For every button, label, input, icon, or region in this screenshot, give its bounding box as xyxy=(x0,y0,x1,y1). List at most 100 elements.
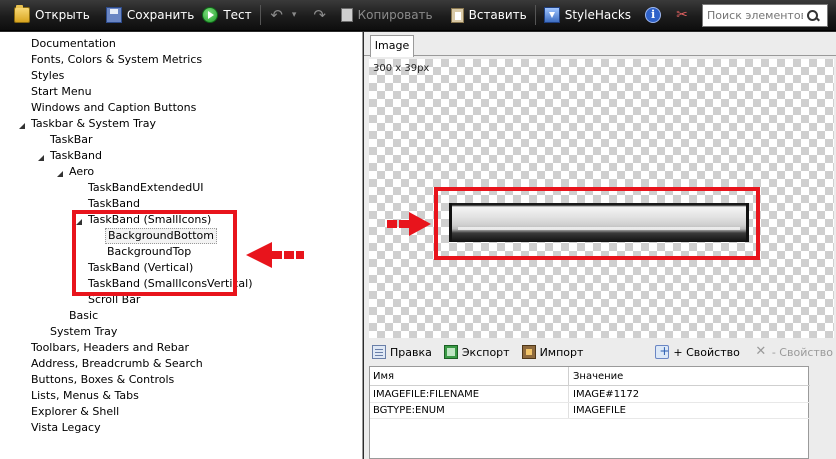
tree-item-label: Windows and Caption Buttons xyxy=(31,101,197,114)
property-value: IMAGE#1172 xyxy=(573,389,640,400)
column-header-value[interactable]: Значение xyxy=(573,367,623,386)
collapsed-triangle-icon[interactable] xyxy=(37,324,48,340)
search-icon[interactable] xyxy=(807,9,819,22)
tree-item-label: Explorer & Shell xyxy=(31,405,120,418)
play-icon xyxy=(202,7,219,23)
tree-item[interactable]: TaskBandExtendedUI xyxy=(75,180,206,196)
property-name: BGTYPE:ENUM xyxy=(373,405,445,416)
export-button[interactable]: Экспорт xyxy=(443,345,510,359)
tree-item[interactable]: Lists, Menus & Tabs xyxy=(18,388,141,404)
tree-item-label: Lists, Menus & Tabs xyxy=(31,389,139,402)
image-size-label: 300 x 39px xyxy=(373,63,430,74)
collapsed-triangle-icon[interactable] xyxy=(18,340,29,356)
tree-item-label: Styles xyxy=(31,69,65,82)
tab-image[interactable]: Image xyxy=(370,35,414,57)
tree-item[interactable]: Address, Breadcrumb & Search xyxy=(18,356,205,372)
tree-item[interactable]: Toolbars, Headers and Rebar xyxy=(18,340,191,356)
search-box[interactable] xyxy=(702,4,828,27)
open-label: Открыть xyxy=(35,8,90,22)
test-label: Тест xyxy=(223,8,252,22)
save-label: Сохранить xyxy=(126,8,195,22)
expanded-triangle-icon[interactable] xyxy=(37,148,48,164)
import-button[interactable]: Импорт xyxy=(521,345,584,359)
table-row[interactable]: IMAGEFILE:FILENAME IMAGE#1172 xyxy=(370,387,810,403)
column-header-name[interactable]: Имя xyxy=(373,367,394,386)
tree-item-label: TaskBand xyxy=(50,149,102,162)
collapsed-triangle-icon[interactable] xyxy=(18,388,29,404)
tree-item[interactable]: TaskBar xyxy=(37,132,95,148)
remove-property-icon: ✕ xyxy=(755,344,767,359)
properties-toolbar: Правка Экспорт Импорт + Свойство ✕ - Сво… xyxy=(364,338,836,366)
copy-label: Копировать xyxy=(357,8,433,22)
redo-icon: ↷ xyxy=(313,6,326,24)
edit-button[interactable]: Правка xyxy=(372,345,432,359)
save-button[interactable]: Сохранить xyxy=(102,3,199,27)
folder-icon xyxy=(14,5,30,23)
stylehacks-button[interactable]: StyleHacks xyxy=(540,3,635,27)
tree-item-label: Buttons, Boxes & Controls xyxy=(31,373,175,386)
tree-item[interactable]: TaskBand xyxy=(37,148,104,164)
tab-strip: Image xyxy=(364,32,836,57)
undo-icon: ↶ xyxy=(270,6,283,24)
info-icon: i xyxy=(645,7,662,23)
copy-icon xyxy=(340,8,353,22)
collapsed-triangle-icon[interactable] xyxy=(37,132,48,148)
tree-item[interactable]: Styles xyxy=(18,68,66,84)
collapsed-triangle-icon[interactable] xyxy=(18,420,29,436)
tree-item[interactable]: Fonts, Colors & System Metrics xyxy=(18,52,204,68)
tree-item[interactable]: System Tray xyxy=(37,324,119,340)
stylehacks-label: StyleHacks xyxy=(564,8,632,22)
save-icon xyxy=(105,7,122,23)
tree-item-label: Basic xyxy=(69,309,99,322)
tree-item[interactable]: Vista Legacy xyxy=(18,420,103,436)
copy-button[interactable]: Копировать xyxy=(337,3,437,27)
chevron-down-icon: ▾ xyxy=(291,10,297,20)
right-panel: Image 300 x 39px Правка Экспорт Импорт +… xyxy=(364,32,836,459)
tree-item[interactable]: Start Menu xyxy=(18,84,94,100)
stylehacks-icon xyxy=(543,7,560,23)
collapsed-triangle-icon[interactable] xyxy=(18,100,29,116)
redo-button[interactable]: ↷ xyxy=(308,3,337,27)
collapsed-triangle-icon[interactable] xyxy=(18,84,29,100)
tree-item[interactable]: Taskbar & System Tray xyxy=(18,116,158,132)
collapsed-triangle-icon[interactable] xyxy=(18,68,29,84)
undo-button[interactable]: ↶ ▾ xyxy=(265,3,308,27)
paste-button[interactable]: Вставить xyxy=(447,3,531,27)
collapsed-triangle-icon[interactable] xyxy=(18,404,29,420)
table-row[interactable]: BGTYPE:ENUM IMAGEFILE xyxy=(370,403,810,419)
collapsed-triangle-icon[interactable] xyxy=(18,36,29,52)
export-icon xyxy=(443,345,458,359)
row-divider xyxy=(370,418,810,419)
tree-item-label: TaskBar xyxy=(50,133,93,146)
info-button[interactable]: i xyxy=(641,3,670,27)
toolbar-divider xyxy=(534,5,536,25)
search-input[interactable] xyxy=(703,6,803,25)
property-value: IMAGEFILE xyxy=(573,405,626,416)
tree-item[interactable]: Documentation xyxy=(18,36,118,52)
tree-item[interactable]: Basic xyxy=(56,308,100,324)
toolbar-divider xyxy=(259,5,261,25)
tree-item[interactable]: Explorer & Shell xyxy=(18,404,121,420)
tools-button[interactable]: ✂ xyxy=(670,3,699,27)
remove-property-button[interactable]: ✕ - Свойство xyxy=(754,345,833,359)
tree-item-label: TaskBandExtendedUI xyxy=(88,181,204,194)
import-icon xyxy=(521,345,536,359)
collapsed-triangle-icon[interactable] xyxy=(75,180,86,196)
collapsed-triangle-icon[interactable] xyxy=(56,308,67,324)
open-button[interactable]: Открыть xyxy=(10,3,94,27)
tree-item-label: Taskbar & System Tray xyxy=(31,117,156,130)
tree-item-label: Aero xyxy=(69,165,95,178)
import-label: Импорт xyxy=(539,345,584,359)
tree-item[interactable]: Buttons, Boxes & Controls xyxy=(18,372,176,388)
export-label: Экспорт xyxy=(461,345,510,359)
tree-item[interactable]: Windows and Caption Buttons xyxy=(18,100,198,116)
test-button[interactable]: Тест xyxy=(198,3,255,27)
collapsed-triangle-icon[interactable] xyxy=(18,372,29,388)
tree-item[interactable]: Aero xyxy=(56,164,96,180)
add-property-button[interactable]: + Свойство xyxy=(655,344,740,359)
expanded-triangle-icon[interactable] xyxy=(56,164,67,180)
collapsed-triangle-icon[interactable] xyxy=(18,52,29,68)
paste-label: Вставить xyxy=(468,8,527,22)
expanded-triangle-icon[interactable] xyxy=(18,116,29,132)
collapsed-triangle-icon[interactable] xyxy=(18,356,29,372)
